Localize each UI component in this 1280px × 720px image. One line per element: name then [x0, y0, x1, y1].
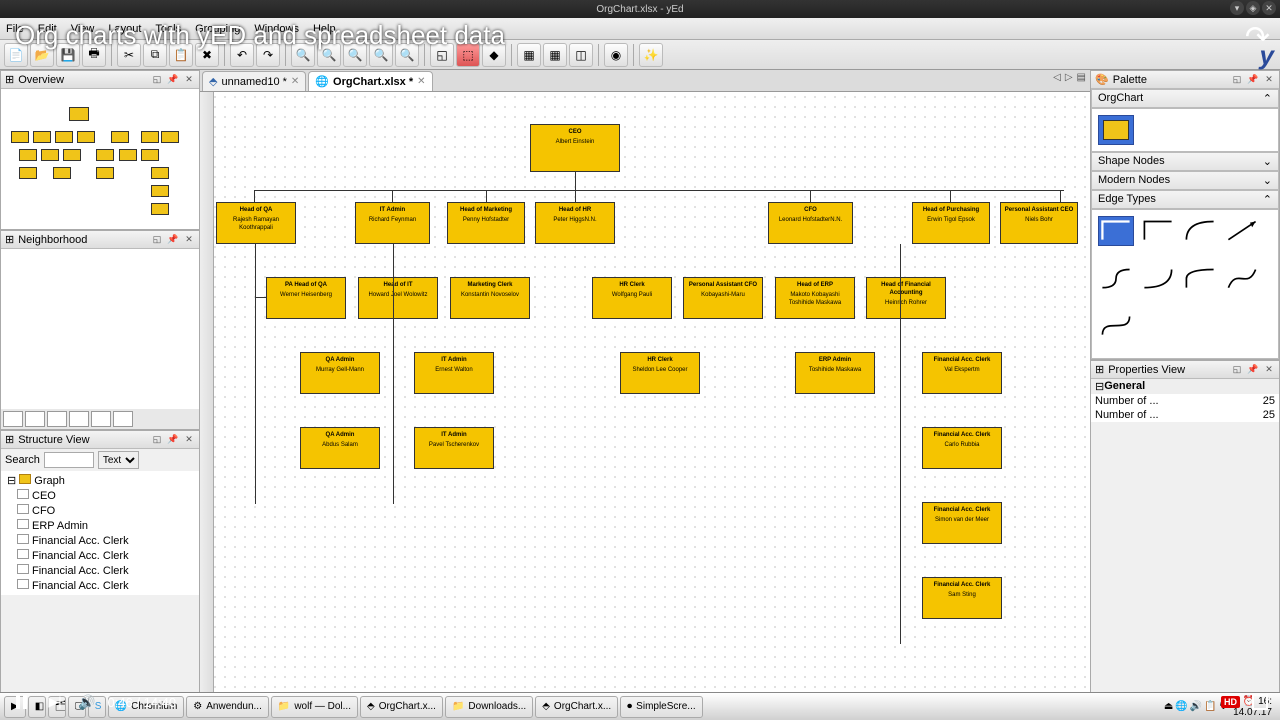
edge-type[interactable] [1140, 263, 1176, 293]
edge-type[interactable] [1182, 263, 1218, 293]
props-general: General [1104, 380, 1145, 393]
fullscreen-button[interactable] [1252, 694, 1268, 710]
search-label: Search [5, 454, 40, 466]
tab-orgchart[interactable]: 🌐OrgChart.xlsx *✕ [308, 71, 432, 91]
edge-type[interactable] [1182, 216, 1218, 246]
window-titlebar: OrgChart.xlsx - yEd ▾ ◈ ✕ [0, 0, 1280, 18]
palette-title: Palette [1113, 74, 1147, 86]
neighborhood-title: Neighborhood [18, 234, 87, 246]
close-icon[interactable]: ✕ [183, 234, 195, 246]
close-icon[interactable]: ✕ [183, 434, 195, 446]
close-icon[interactable]: ✕ [183, 74, 195, 86]
minimize-button[interactable]: ▾ [1230, 1, 1244, 15]
dock-icon[interactable]: ◱ [151, 434, 163, 446]
edge-type[interactable] [1098, 311, 1134, 341]
wand-button[interactable]: ✨ [639, 43, 663, 67]
overview-minimap[interactable] [1, 89, 199, 229]
video-time: 0:46 / 14:40 [107, 695, 176, 710]
edge-type[interactable] [1098, 263, 1134, 293]
tab-unnamed[interactable]: ⬘unnamed10 *✕ [202, 71, 306, 91]
search-mode-select[interactable]: Text [98, 451, 139, 469]
tab-prev-icon[interactable]: ◁ [1053, 72, 1061, 83]
close-icon[interactable]: ✕ [1263, 364, 1275, 376]
props-row[interactable]: Number of ...25 [1091, 408, 1279, 422]
next-button[interactable]: ▶| [44, 691, 66, 713]
volume-button[interactable] [78, 694, 95, 711]
properties-title: Properties View [1108, 364, 1185, 376]
tab-list-icon[interactable]: ▤ [1077, 72, 1086, 83]
pin-icon[interactable]: 📌 [167, 74, 179, 86]
grid-button[interactable]: ▦ [517, 43, 541, 67]
palette-section-modern[interactable]: Modern Nodes⌄ [1091, 171, 1279, 190]
ortho-button[interactable]: ◫ [569, 43, 593, 67]
edge-type[interactable] [1140, 216, 1176, 246]
close-icon[interactable]: ✕ [291, 76, 299, 87]
palette-section-shape[interactable]: Shape Nodes⌄ [1091, 152, 1279, 171]
pin-icon[interactable]: 📌 [167, 234, 179, 246]
share-icon[interactable]: ↷ [1245, 20, 1270, 55]
palette-section-edge[interactable]: Edge Types⌃ [1091, 190, 1279, 209]
nb-tab[interactable] [69, 411, 89, 427]
pin-icon[interactable]: 📌 [167, 434, 179, 446]
tab-next-icon[interactable]: ▷ [1065, 72, 1073, 83]
dock-icon[interactable]: ◱ [1231, 74, 1243, 86]
dock-icon[interactable]: ◱ [151, 74, 163, 86]
search-input[interactable] [44, 452, 94, 468]
video-title: Org charts with yED and spreadsheet data [15, 20, 505, 51]
nb-tab[interactable] [113, 411, 133, 427]
structure-tree[interactable]: ⊟ Graph CEO CFO ERP Admin Financial Acc.… [1, 471, 199, 595]
edge-type[interactable] [1224, 216, 1260, 246]
dock-icon[interactable]: ◱ [151, 234, 163, 246]
edge-type[interactable] [1224, 263, 1260, 293]
graph-canvas[interactable]: CEOAlbert Einstein Head of QARajesh Rama… [200, 92, 1090, 710]
pin-icon[interactable]: 📌 [1247, 364, 1259, 376]
nb-tab[interactable] [25, 411, 45, 427]
hd-badge[interactable]: HD [1221, 696, 1240, 708]
overview-title: Overview [18, 74, 64, 86]
maximize-button[interactable]: ◈ [1246, 1, 1260, 15]
pause-button[interactable] [10, 691, 32, 713]
neighborhood-canvas[interactable] [1, 249, 199, 409]
structure-title: Structure View [18, 434, 89, 446]
palette-orgchart-node[interactable] [1098, 115, 1134, 145]
close-button[interactable]: ✕ [1262, 1, 1276, 15]
nb-tab[interactable] [47, 411, 67, 427]
window-title: OrgChart.xlsx - yEd [596, 4, 683, 15]
props-row[interactable]: Number of ...25 [1091, 394, 1279, 408]
palette-section-orgchart[interactable]: OrgChart⌃ [1091, 89, 1279, 108]
snap-button[interactable]: ▦ [543, 43, 567, 67]
video-controls: ▶| 0:46 / 14:40 HD [0, 686, 1280, 718]
nb-tab[interactable] [3, 411, 23, 427]
close-icon[interactable]: ✕ [417, 76, 425, 87]
pin-icon[interactable]: 📌 [1247, 74, 1259, 86]
close-icon[interactable]: ✕ [1263, 74, 1275, 86]
dock-icon[interactable]: ◱ [1231, 364, 1243, 376]
edge-type[interactable] [1098, 216, 1134, 246]
group-button[interactable]: ◉ [604, 43, 628, 67]
nb-tab[interactable] [91, 411, 111, 427]
